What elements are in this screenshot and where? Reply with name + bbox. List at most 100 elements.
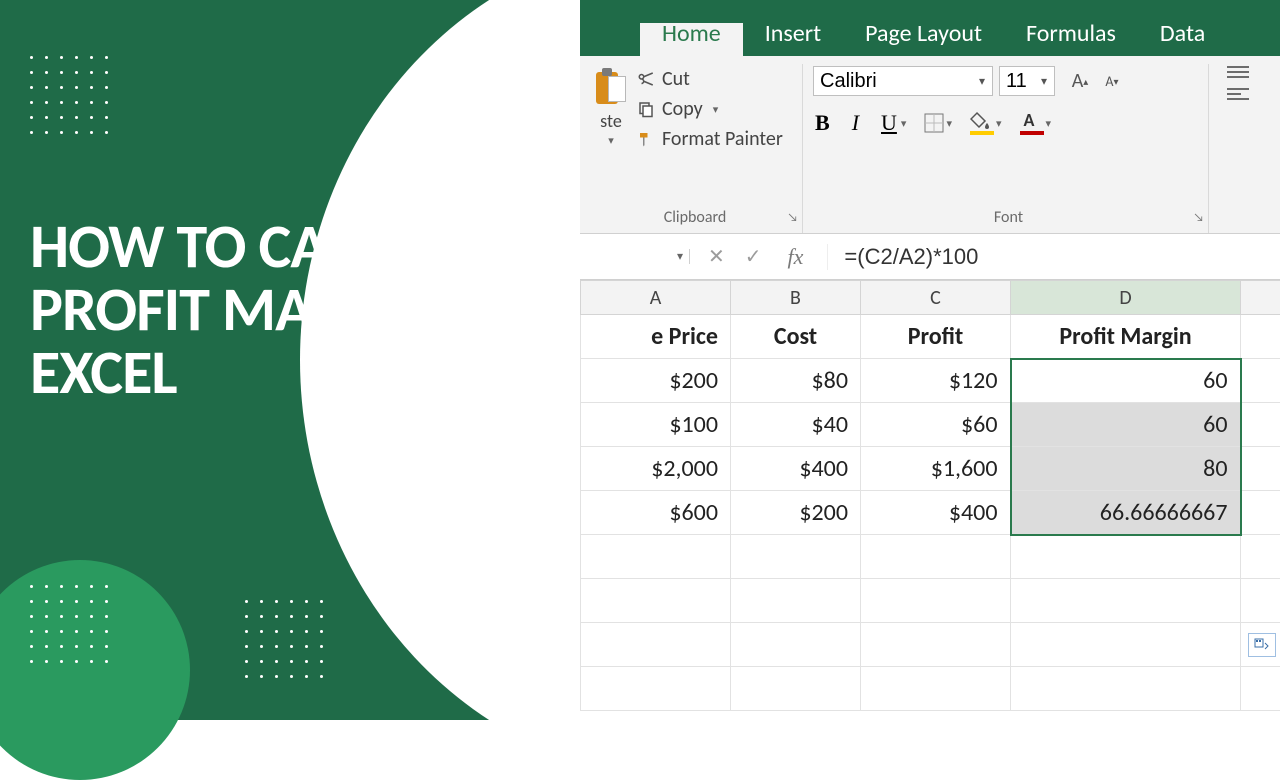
cell[interactable]: $60 — [861, 403, 1011, 447]
font-color-button[interactable]: A ▾ — [1020, 111, 1052, 135]
cell[interactable] — [1011, 667, 1241, 711]
cell[interactable] — [731, 667, 861, 711]
cell[interactable]: $200 — [731, 491, 861, 535]
cell[interactable]: $1,600 — [861, 447, 1011, 491]
cell[interactable]: Profit — [861, 315, 1011, 359]
italic-button[interactable]: I — [850, 110, 861, 136]
table-row — [581, 535, 1280, 579]
increase-font-icon: A — [1072, 69, 1084, 93]
paste-label: ste — [600, 110, 622, 132]
cell[interactable]: Profit Margin — [1011, 315, 1241, 359]
cell[interactable] — [1241, 667, 1280, 711]
format-painter-label: Format Painter — [662, 127, 783, 151]
name-box[interactable]: ▾ — [580, 249, 690, 264]
cell[interactable]: 60 — [1011, 359, 1241, 403]
table-row: $100 $40 $60 60 — [581, 403, 1280, 447]
fx-icon[interactable]: fx — [782, 244, 810, 270]
worksheet-grid[interactable]: A B C D e Price Cost Profit Profit Margi… — [580, 280, 1280, 711]
cell[interactable]: $100 — [581, 403, 731, 447]
enter-formula-button[interactable]: ✓ — [745, 244, 762, 269]
cell[interactable] — [1011, 623, 1241, 667]
cell[interactable] — [1241, 359, 1280, 403]
cell[interactable] — [861, 535, 1011, 579]
fill-color-dropdown-icon[interactable]: ▾ — [996, 117, 1002, 130]
cell[interactable] — [1011, 535, 1241, 579]
cell[interactable]: 80 — [1011, 447, 1241, 491]
bold-button[interactable]: B — [813, 110, 832, 136]
increase-font-button[interactable]: A▴ — [1065, 66, 1095, 96]
table-row: $600 $200 $400 66.66666667 — [581, 491, 1280, 535]
name-box-dropdown-icon[interactable]: ▾ — [677, 249, 683, 264]
cut-button[interactable]: Cut — [632, 66, 787, 92]
underline-button[interactable]: U — [879, 110, 899, 136]
cell[interactable]: $600 — [581, 491, 731, 535]
cell[interactable] — [861, 623, 1011, 667]
cell[interactable] — [861, 579, 1011, 623]
paste-dropdown-icon[interactable]: ▾ — [608, 134, 614, 147]
cell[interactable]: $400 — [861, 491, 1011, 535]
font-name-input[interactable] — [814, 70, 972, 93]
cell[interactable]: $400 — [731, 447, 861, 491]
cell[interactable]: $2,000 — [581, 447, 731, 491]
copy-dropdown-icon[interactable]: ▾ — [713, 103, 719, 116]
font-dialog-launcher-icon[interactable]: ↘ — [1193, 211, 1204, 225]
cell[interactable] — [1241, 579, 1280, 623]
autofill-options-button[interactable] — [1248, 633, 1276, 657]
cancel-formula-button[interactable]: ✕ — [708, 244, 725, 269]
cell[interactable] — [1241, 403, 1280, 447]
page-title: HOW TO CALCULATE PROFIT MARGIN IN EXCEL — [30, 215, 590, 405]
cell[interactable]: e Price — [581, 315, 731, 359]
format-painter-button[interactable]: Format Painter — [632, 126, 787, 152]
cell[interactable] — [581, 623, 731, 667]
decrease-font-button[interactable]: A▾ — [1097, 66, 1127, 96]
titlebar-strip — [580, 0, 1280, 23]
fill-color-button[interactable]: ▾ — [970, 111, 1002, 135]
column-header-c[interactable]: C — [861, 281, 1011, 315]
cell[interactable] — [581, 535, 731, 579]
clipboard-group-label: Clipboard — [664, 208, 727, 227]
font-size-dropdown-icon[interactable]: ▾ — [1034, 74, 1054, 89]
cell[interactable]: 66.66666667 — [1011, 491, 1241, 535]
cell[interactable]: 60 — [1011, 403, 1241, 447]
cell[interactable] — [1241, 315, 1280, 359]
cell[interactable] — [731, 623, 861, 667]
cell[interactable] — [1011, 579, 1241, 623]
cell[interactable]: Cost — [731, 315, 861, 359]
cell[interactable] — [731, 535, 861, 579]
borders-dropdown-icon[interactable]: ▾ — [946, 117, 952, 130]
column-header-b[interactable]: B — [731, 281, 861, 315]
borders-button[interactable]: ▾ — [924, 113, 952, 133]
formula-input[interactable] — [828, 244, 1280, 270]
column-header-e[interactable] — [1241, 281, 1280, 315]
table-row — [581, 623, 1280, 667]
cell[interactable]: $200 — [581, 359, 731, 403]
paste-button[interactable]: ste ▾ — [592, 66, 630, 149]
column-header-a[interactable]: A — [581, 281, 731, 315]
cell[interactable] — [1241, 535, 1280, 579]
cell[interactable] — [861, 667, 1011, 711]
copy-button[interactable]: Copy ▾ — [632, 96, 787, 122]
cell[interactable] — [1241, 447, 1280, 491]
cell[interactable]: $120 — [861, 359, 1011, 403]
font-color-dropdown-icon[interactable]: ▾ — [1046, 117, 1052, 130]
font-size-input[interactable] — [1000, 70, 1034, 93]
table-row: $200 $80 $120 60 — [581, 359, 1280, 403]
group-alignment — [1215, 64, 1275, 233]
cell[interactable] — [731, 579, 861, 623]
align-left-button[interactable] — [1227, 88, 1249, 100]
cell[interactable] — [581, 667, 731, 711]
clipboard-dialog-launcher-icon[interactable]: ↘ — [787, 211, 798, 225]
cell[interactable] — [581, 579, 731, 623]
font-name-dropdown-icon[interactable]: ▾ — [972, 74, 992, 89]
font-name-combo[interactable]: ▾ — [813, 66, 993, 96]
align-top-button[interactable] — [1227, 66, 1249, 78]
cell[interactable]: $80 — [731, 359, 861, 403]
cell[interactable]: $40 — [731, 403, 861, 447]
column-header-d[interactable]: D — [1011, 281, 1241, 315]
paintbrush-icon — [636, 129, 656, 149]
cell[interactable] — [1241, 491, 1280, 535]
decrease-font-icon: A — [1105, 73, 1113, 90]
font-size-combo[interactable]: ▾ — [999, 66, 1055, 96]
excel-window: Home Insert Page Layout Formulas Data st… — [580, 0, 1280, 720]
underline-dropdown-icon[interactable]: ▾ — [901, 117, 907, 130]
